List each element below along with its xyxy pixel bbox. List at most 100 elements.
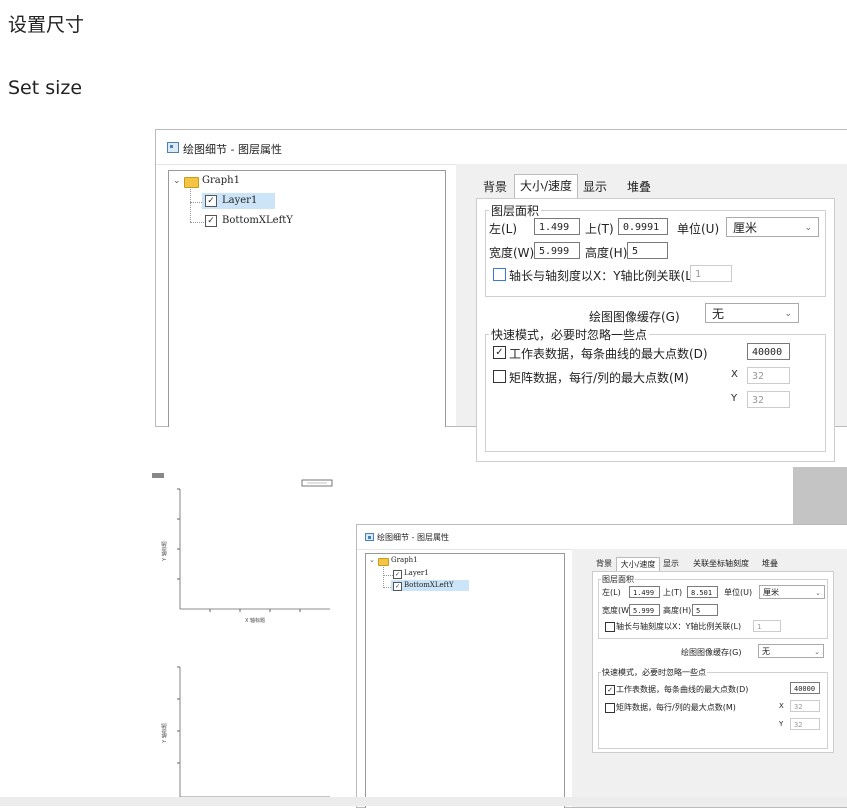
tab-stack[interactable]: 堆叠 [758, 557, 782, 571]
tab-linked-axis[interactable]: 关联坐标轴刻度 [686, 557, 756, 571]
link-axis-checkbox[interactable] [493, 268, 506, 281]
x-label: X [779, 702, 784, 710]
chevron-down-icon[interactable]: ⌄ [173, 176, 181, 186]
matrix-x-input[interactable]: 32 [790, 700, 820, 712]
left-input[interactable]: 1.499 [534, 218, 580, 235]
worksheet-label: 工作表数据，每条曲线的最大点数(D) [509, 347, 708, 361]
tree-connector [383, 575, 393, 576]
chevron-down-icon: ⌄ [815, 589, 821, 597]
matrix-label: 矩阵数据，每行/列的最大点数(M) [509, 371, 689, 385]
properties-panel: 背景 大小/速度 显示 堆叠 图层面积 左(L) 1.499 上(T) 0.99… [456, 164, 847, 462]
fast-mode-label: 快速模式，必要时忽略一些点 [601, 667, 707, 678]
graph-window: Y 轴标题 X 轴标题 Y 轴标题 X 轴标题 [152, 467, 342, 808]
app-icon [167, 142, 179, 153]
tree-item-graph[interactable]: Graph1 [202, 175, 240, 186]
dialog-titlebar: 绘图细节 - 图层属性 [357, 525, 847, 550]
size-speed-pane: 图层面积 左(L) 1.499 上(T) 0.9991 单位(U) 厘米 ⌄ 宽… [476, 198, 835, 462]
top-input[interactable]: 8.501 [687, 586, 718, 598]
top-x-axis-title: X 轴标题 [245, 617, 265, 624]
worksheet-checkbox[interactable]: ✓ [493, 346, 506, 359]
width-label: 宽度(W) [602, 606, 633, 615]
tab-background[interactable]: 背景 [478, 176, 512, 198]
matrix-y-input[interactable]: 32 [790, 718, 820, 730]
tab-size-speed[interactable]: 大小/速度 [616, 557, 660, 572]
tab-background[interactable]: 背景 [594, 557, 614, 571]
dialog-title: 绘图细节 - 图层属性 [183, 143, 282, 156]
graph-canvas: Y 轴标题 X 轴标题 Y 轴标题 X 轴标题 [152, 473, 333, 808]
tab-bar: 背景 大小/速度 显示 关联坐标轴刻度 堆叠 [594, 557, 834, 572]
graph-icon [152, 473, 164, 478]
link-axis-checkbox[interactable] [605, 622, 615, 632]
page-subtitle: Set size [8, 77, 83, 99]
tab-stack[interactable]: 堆叠 [616, 176, 662, 198]
left-input[interactable]: 1.499 [629, 586, 660, 598]
width-input[interactable]: 5.999 [534, 242, 580, 259]
tree-item-axis[interactable]: BottomXLeftY [222, 215, 293, 226]
tab-display[interactable]: 显示 [578, 176, 612, 198]
bottom-layer-axes [177, 666, 330, 800]
matrix-checkbox[interactable] [493, 370, 506, 383]
tab-display[interactable]: 显示 [660, 557, 682, 571]
link-ratio-input[interactable]: 1 [753, 620, 781, 632]
axis-checkbox[interactable]: ✓ [205, 215, 217, 227]
cache-value: 无 [712, 307, 725, 321]
y-label: Y [731, 393, 738, 404]
unit-value: 厘米 [733, 221, 758, 235]
link-ratio-input[interactable]: 1 [690, 265, 732, 282]
height-input[interactable]: 5 [627, 242, 668, 259]
chevron-down-icon: ⌄ [784, 309, 792, 319]
tree-item-layer[interactable]: Layer1 [222, 195, 257, 206]
worksheet-label: 工作表数据，每条曲线的最大点数(D) [616, 685, 749, 694]
background-panel [793, 467, 847, 526]
top-input[interactable]: 0.9991 [618, 218, 668, 235]
width-input[interactable]: 5.999 [629, 604, 660, 616]
chevron-down-icon[interactable]: ⌄ [369, 556, 375, 564]
cache-select[interactable]: 无 ⌄ [705, 303, 799, 323]
cache-label: 绘图图像缓存(G) [681, 648, 742, 657]
matrix-checkbox[interactable] [605, 703, 615, 713]
worksheet-input[interactable]: 40000 [790, 682, 820, 694]
cache-select[interactable]: 无 ⌄ [758, 644, 824, 658]
top-y-axis-title: Y 轴标题 [161, 541, 168, 562]
cache-value: 无 [762, 647, 770, 656]
tree-item-graph[interactable]: Graph1 [391, 556, 418, 564]
dialog-titlebar: 绘图细节 - 图层属性 [156, 130, 847, 165]
layer-area-label: 图层面积 [601, 574, 635, 585]
cache-label: 绘图图像缓存(G) [589, 310, 680, 324]
matrix-x-input[interactable]: 32 [747, 367, 790, 384]
unit-select[interactable]: 厘米 ⌄ [759, 585, 825, 599]
chevron-down-icon: ⌄ [814, 648, 820, 656]
worksheet-checkbox[interactable]: ✓ [605, 685, 615, 695]
top-layer-axes [177, 488, 330, 612]
tree-connector [383, 565, 384, 588]
tree-connector [190, 222, 204, 223]
unit-select[interactable]: 厘米 ⌄ [726, 217, 819, 237]
worksheet-input[interactable]: 40000 [747, 343, 790, 360]
y-label: Y [779, 720, 784, 728]
fast-mode-label: 快速模式，必要时忽略一些点 [489, 326, 650, 343]
layer-checkbox[interactable]: ✓ [393, 570, 402, 579]
layer-tree: ⌄ Graph1 ✓ Layer1 ✓ BottomXLeftY [365, 553, 565, 808]
size-speed-pane: 图层面积 左(L) 1.499 上(T) 8.501 单位(U) 厘米 ⌄ 宽度… [592, 571, 834, 753]
bottom-edge [0, 797, 847, 806]
layer-checkbox[interactable]: ✓ [205, 195, 217, 207]
height-input[interactable]: 5 [692, 604, 718, 616]
tab-size-speed[interactable]: 大小/速度 [514, 174, 578, 199]
tree-item-axis[interactable]: BottomXLeftY [404, 581, 454, 589]
width-label: 宽度(W) [489, 246, 535, 260]
plot-details-dialog: 绘图细节 - 图层属性 ⌄ Graph1 ✓ Layer1 ✓ BottomXL… [155, 129, 847, 462]
unit-value: 厘米 [763, 588, 779, 597]
tree-item-layer[interactable]: Layer1 [404, 569, 429, 577]
layer-area-label: 图层面积 [489, 202, 542, 219]
plot-details-dialog-2: 绘图细节 - 图层属性 ⌄ Graph1 ✓ Layer1 ✓ BottomXL… [356, 524, 847, 808]
height-label: 高度(H) [663, 606, 692, 615]
matrix-y-input[interactable]: 32 [747, 391, 790, 408]
unit-label: 单位(U) [724, 588, 753, 597]
tree-connector [190, 187, 191, 222]
axis-checkbox[interactable]: ✓ [393, 582, 402, 591]
left-label: 左(L) [489, 222, 518, 236]
x-label: X [731, 369, 738, 380]
layer-tree: ⌄ Graph1 ✓ Layer1 ✓ BottomXLeftY [168, 170, 446, 427]
matrix-label: 矩阵数据，每行/列的最大点数(M) [616, 703, 736, 712]
dialog-title: 绘图细节 - 图层属性 [377, 533, 449, 542]
